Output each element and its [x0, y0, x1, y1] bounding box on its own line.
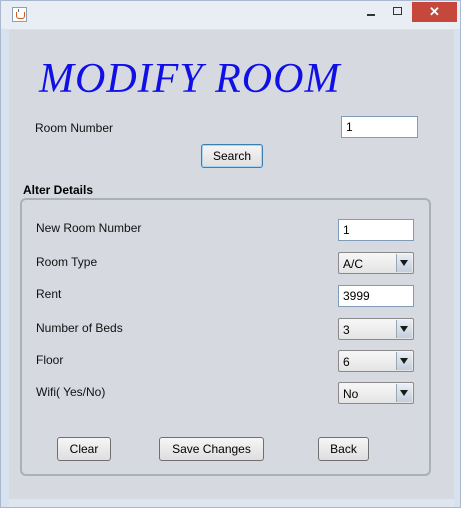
- title-bar[interactable]: ✕: [1, 1, 460, 29]
- room-number-label: Room Number: [35, 121, 114, 135]
- minimize-button[interactable]: [358, 2, 384, 22]
- chevron-down-icon: [400, 358, 408, 364]
- room-type-dropdown-button[interactable]: [396, 254, 412, 272]
- number-of-beds-label: Number of Beds: [36, 321, 123, 335]
- search-button[interactable]: Search: [201, 144, 263, 168]
- clear-button[interactable]: Clear: [57, 437, 111, 461]
- window-bottom-border: [9, 499, 454, 507]
- chevron-down-icon: [400, 326, 408, 332]
- floor-dropdown-button[interactable]: [396, 352, 412, 370]
- chevron-down-icon: [400, 260, 408, 266]
- window: ✕ MODIFY ROOM Room Number 1 Search Alter…: [0, 0, 461, 508]
- floor-label: Floor: [36, 353, 64, 367]
- page-title: MODIFY ROOM: [39, 56, 341, 102]
- chevron-down-icon: [400, 390, 408, 396]
- number-of-beds-select[interactable]: 3: [338, 318, 414, 340]
- close-icon: ✕: [429, 4, 440, 19]
- room-type-select[interactable]: A/C: [338, 252, 414, 274]
- floor-value: 6: [343, 355, 350, 369]
- back-button[interactable]: Back: [318, 437, 369, 461]
- rent-label: Rent: [36, 287, 62, 301]
- new-room-number-label: New Room Number: [36, 221, 142, 235]
- number-of-beds-value: 3: [343, 323, 350, 337]
- wifi-label: Wifi( Yes/No): [36, 385, 106, 399]
- room-number-input[interactable]: 1: [341, 116, 418, 138]
- wifi-dropdown-button[interactable]: [396, 384, 412, 402]
- number-of-beds-dropdown-button[interactable]: [396, 320, 412, 338]
- save-changes-button[interactable]: Save Changes: [159, 437, 264, 461]
- rent-input[interactable]: 3999: [338, 285, 414, 307]
- minimize-icon: [367, 14, 375, 16]
- maximize-icon: [393, 7, 402, 15]
- room-type-label: Room Type: [36, 255, 98, 269]
- new-room-number-input[interactable]: 1: [338, 219, 414, 241]
- java-cup-icon: [12, 7, 27, 22]
- alter-details-title: Alter Details: [23, 183, 94, 197]
- floor-select[interactable]: 6: [338, 350, 414, 372]
- wifi-select[interactable]: No: [338, 382, 414, 404]
- wifi-value: No: [343, 387, 359, 401]
- room-type-value: A/C: [343, 257, 364, 271]
- close-button[interactable]: ✕: [412, 2, 457, 22]
- maximize-button[interactable]: [385, 2, 411, 22]
